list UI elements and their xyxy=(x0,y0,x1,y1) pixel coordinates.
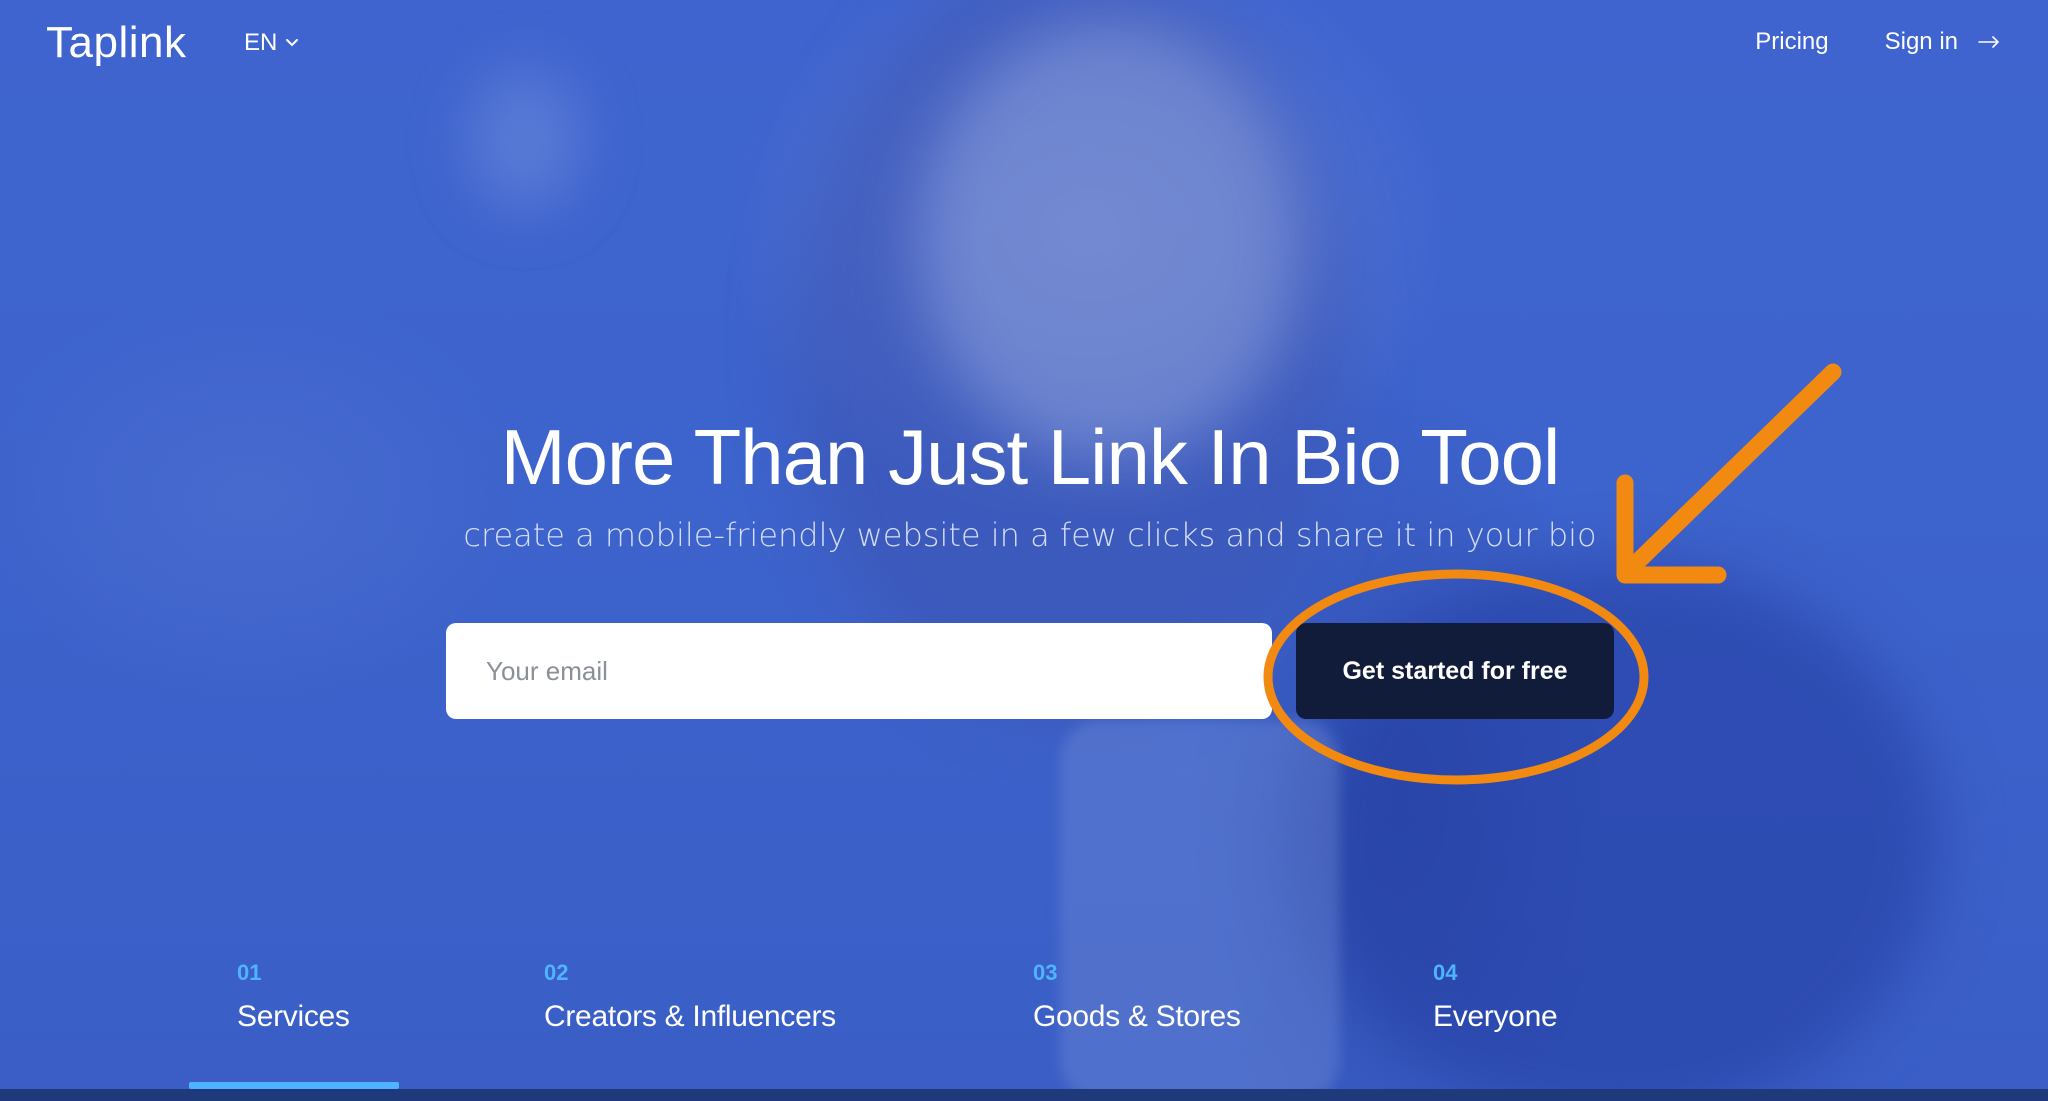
top-nav: Pricing Sign in xyxy=(1755,28,2000,56)
tab-label: Everyone xyxy=(1433,1000,1558,1033)
taplink-logo[interactable]: Taplink xyxy=(46,18,186,68)
arrow-right-icon xyxy=(1978,36,1999,48)
tab-creators-influencers[interactable]: 02 Creators & Influencers xyxy=(544,960,836,1034)
tab-goods-stores[interactable]: 03 Goods & Stores xyxy=(1033,960,1241,1034)
get-started-button[interactable]: Get started for free xyxy=(1296,623,1614,719)
sign-in-link[interactable]: Sign in xyxy=(1885,28,2000,56)
tab-number: 03 xyxy=(1033,960,1058,985)
active-tab-indicator xyxy=(189,1082,399,1089)
language-label: EN xyxy=(244,29,278,56)
tab-everyone[interactable]: 04 Everyone xyxy=(1433,960,1558,1034)
sign-in-label: Sign in xyxy=(1884,28,1958,55)
page-subtitle: create a mobile-friendly website in a fe… xyxy=(463,516,1597,554)
background-bokeh xyxy=(470,70,580,210)
pricing-link[interactable]: Pricing xyxy=(1755,28,1828,56)
audience-tabs: 01 Services 02 Creators & Influencers 03… xyxy=(0,960,2048,1101)
background-photo-face xyxy=(920,20,1300,460)
bottom-bar xyxy=(0,1089,2048,1101)
tab-number: 04 xyxy=(1433,960,1458,985)
tab-label: Services xyxy=(237,1000,350,1033)
page-title: More Than Just Link In Bio Tool xyxy=(500,413,1561,501)
chevron-down-icon xyxy=(286,39,299,47)
tab-label: Creators & Influencers xyxy=(544,1000,836,1033)
email-field[interactable] xyxy=(446,623,1272,719)
tab-services[interactable]: 01 Services xyxy=(237,960,350,1034)
tab-number: 02 xyxy=(544,960,569,985)
language-selector[interactable]: EN xyxy=(244,29,299,57)
tab-number: 01 xyxy=(237,960,262,985)
tab-label: Goods & Stores xyxy=(1033,1000,1241,1033)
